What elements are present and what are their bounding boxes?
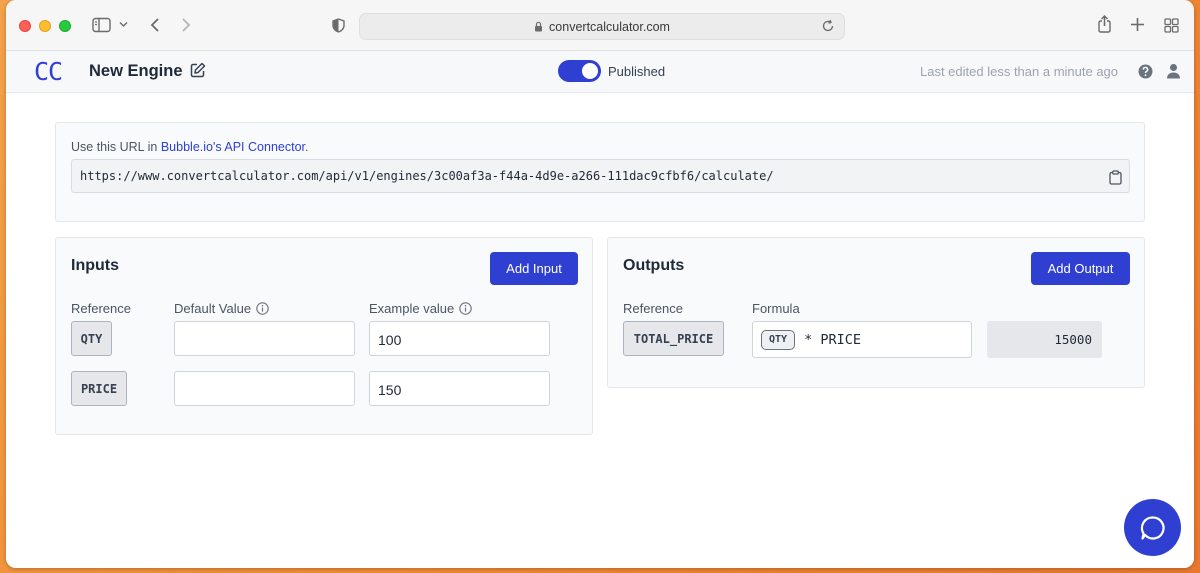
published-toggle[interactable] xyxy=(558,60,601,82)
chat-support-button[interactable] xyxy=(1124,499,1181,556)
minimize-window-button[interactable] xyxy=(39,20,51,32)
tab-overview-icon[interactable] xyxy=(1164,18,1179,33)
edit-title-icon[interactable] xyxy=(190,62,206,78)
zoom-window-button[interactable] xyxy=(59,20,71,32)
app-logo[interactable]: CC xyxy=(34,57,63,86)
reload-icon[interactable] xyxy=(821,19,835,33)
api-connector-link[interactable]: Bubble.io's API Connector xyxy=(161,140,305,154)
outputs-col-reference: Reference xyxy=(623,301,683,316)
lock-icon xyxy=(534,21,543,32)
published-label: Published xyxy=(608,64,666,79)
formula-input[interactable]: QTY * PRICE xyxy=(752,321,972,358)
share-icon[interactable] xyxy=(1097,15,1112,33)
outputs-title: Outputs xyxy=(623,257,685,274)
app-header: CC New Engine Published Last edited less… xyxy=(6,51,1194,93)
api-url-card: Use this URL in Bubble.io's API Connecto… xyxy=(55,122,1145,222)
browser-toolbar: convertcalculator.com xyxy=(6,0,1194,51)
example-value-input[interactable]: 150 xyxy=(369,371,550,406)
main-content: Use this URL in Bubble.io's API Connecto… xyxy=(6,93,1194,568)
formula-text: * PRICE xyxy=(804,331,861,348)
inputs-col-example-text: Example value xyxy=(369,301,455,316)
default-value-input[interactable] xyxy=(174,321,355,356)
inputs-col-example: Example value xyxy=(369,301,473,316)
chat-bubble-icon xyxy=(1140,515,1166,541)
info-icon[interactable] xyxy=(256,302,269,315)
user-avatar-icon[interactable] xyxy=(1166,63,1181,79)
address-bar[interactable]: convertcalculator.com xyxy=(359,13,845,40)
browser-window: convertcalculator.com CC New Engine Publ… xyxy=(6,0,1194,568)
input-reference-chip[interactable]: PRICE xyxy=(71,371,127,406)
input-reference-chip[interactable]: QTY xyxy=(71,321,112,356)
info-icon[interactable] xyxy=(459,302,473,315)
inputs-col-default: Default Value xyxy=(174,301,269,316)
api-url-hint: Use this URL in Bubble.io's API Connecto… xyxy=(71,140,308,154)
new-tab-icon[interactable] xyxy=(1130,17,1145,32)
sidebar-toggle-icon[interactable] xyxy=(92,17,111,33)
api-url-text: https://www.convertcalculator.com/api/v1… xyxy=(80,169,774,183)
forward-icon[interactable] xyxy=(181,17,192,33)
inputs-col-default-text: Default Value xyxy=(174,301,252,316)
address-text: convertcalculator.com xyxy=(549,19,670,34)
help-icon[interactable] xyxy=(1138,64,1153,79)
output-result: 15000 xyxy=(987,321,1102,358)
api-url-field[interactable]: https://www.convertcalculator.com/api/v1… xyxy=(71,159,1130,193)
copy-clipboard-icon[interactable] xyxy=(1109,170,1122,185)
last-edited-text: Last edited less than a minute ago xyxy=(920,64,1119,79)
back-icon[interactable] xyxy=(149,17,160,33)
add-output-button[interactable]: Add Output xyxy=(1031,252,1130,285)
hint-prefix: Use this URL in xyxy=(71,140,161,154)
add-input-button[interactable]: Add Input xyxy=(490,252,578,285)
close-window-button[interactable] xyxy=(19,20,31,32)
inputs-col-reference-text: Reference xyxy=(71,301,131,316)
outputs-col-formula: Formula xyxy=(752,301,800,316)
hint-suffix: . xyxy=(305,140,309,154)
chevron-down-icon[interactable] xyxy=(119,21,128,28)
engine-title: New Engine xyxy=(89,62,183,80)
example-value-input[interactable]: 100 xyxy=(369,321,550,356)
privacy-shield-icon[interactable] xyxy=(332,18,345,33)
toggle-knob xyxy=(582,63,598,79)
inputs-title: Inputs xyxy=(71,257,119,274)
default-value-input[interactable] xyxy=(174,371,355,406)
outputs-card: Outputs Add Output Reference Formula TOT… xyxy=(607,237,1145,388)
formula-variable-chip[interactable]: QTY xyxy=(761,329,796,350)
inputs-col-reference: Reference xyxy=(71,301,131,316)
inputs-card: Inputs Add Input Reference Default Value… xyxy=(55,237,593,435)
output-reference-chip[interactable]: TOTAL_PRICE xyxy=(623,321,724,356)
